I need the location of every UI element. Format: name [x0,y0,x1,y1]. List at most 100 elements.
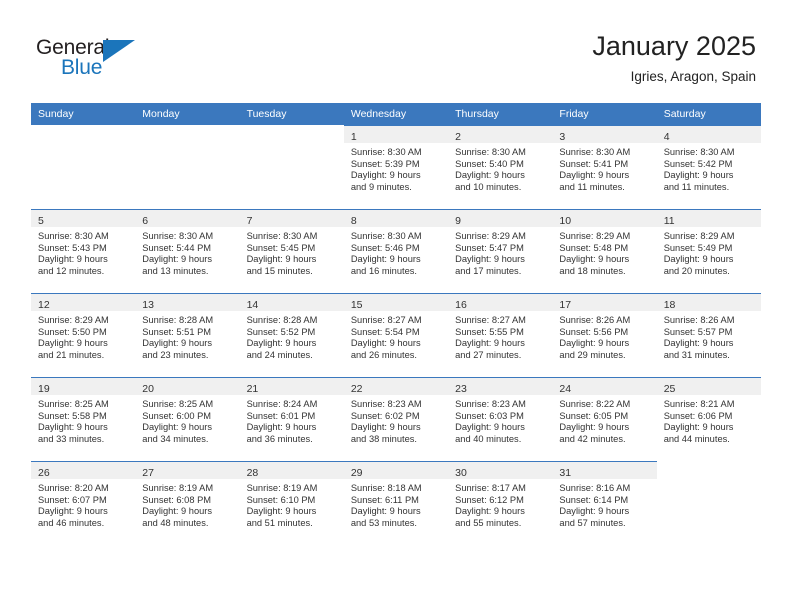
calendar-day-cell[interactable]: 21 Sunrise: 8:24 AM Sunset: 6:01 PM Dayligh… [239,377,344,461]
sunset-text: Sunset: 5:48 PM [559,242,629,253]
daylight-text-line2: and 31 minutes. [663,349,730,360]
sunset-text: Sunset: 5:46 PM [350,242,420,253]
daylight-text-line1: Daylight: 9 hours [663,338,734,349]
day-number-band: 14 [239,294,344,311]
daylight-text-line2: and 44 minutes. [663,433,730,444]
page-title: January 2025 [592,31,756,61]
day-number: 28 [246,467,259,479]
day-details: Sunrise: 8:20 AM Sunset: 6:07 PM Daylight:… [31,479,135,529]
calendar-day-cell[interactable]: 23 Sunrise: 8:23 AM Sunset: 6:03 PM Dayligh… [448,377,553,461]
calendar-day-cell[interactable]: 11 Sunrise: 8:29 AM Sunset: 5:49 PM Dayligh… [656,209,761,293]
sunset-text: Sunset: 5:43 PM [38,242,107,253]
calendar-day-cell[interactable]: 31 Sunrise: 8:16 AM Sunset: 6:14 PM Dayligh… [552,461,657,545]
calendar-day-cell[interactable]: 30 Sunrise: 8:17 AM Sunset: 6:12 PM Dayligh… [448,461,553,545]
day-details: Sunrise: 8:21 AM Sunset: 6:06 PM Daylight:… [657,395,761,445]
sunset-text: Sunset: 6:03 PM [455,410,524,421]
calendar-day-cell[interactable]: 8 Sunrise: 8:30 AM Sunset: 5:46 PM Daylight… [343,209,449,293]
calendar-day-cell[interactable]: 29 Sunrise: 8:18 AM Sunset: 6:11 PM Dayligh… [343,461,449,545]
day-cell-inner: 21 Sunrise: 8:24 AM Sunset: 6:01 PM Dayligh… [239,377,344,461]
sunrise-text: Sunrise: 8:18 AM [350,483,422,493]
calendar-day-cell[interactable]: 12 Sunrise: 8:29 AM Sunset: 5:50 PM Dayligh… [31,293,136,377]
calendar-day-cell[interactable]: 3 Sunrise: 8:30 AM Sunset: 5:41 PM Daylight… [552,125,657,209]
calendar-day-cell[interactable]: 19 Sunrise: 8:25 AM Sunset: 5:58 PM Dayligh… [31,377,136,461]
sunset-text: Sunset: 5:51 PM [142,326,212,337]
calendar-day-cell[interactable]: 2 Sunrise: 8:30 AM Sunset: 5:40 PM Daylight… [448,125,553,209]
logo-text-blue: Blue [61,56,103,79]
day-number: 1 [350,131,357,143]
calendar-day-cell[interactable]: 14 Sunrise: 8:28 AM Sunset: 5:52 PM Dayligh… [239,293,344,377]
daylight-text-line2: and 10 minutes. [455,181,522,192]
calendar-day-cell[interactable]: 5 Sunrise: 8:30 AM Sunset: 5:43 PM Daylight… [31,209,136,293]
day-details: Sunrise: 8:30 AM Sunset: 5:44 PM Daylight:… [135,227,239,277]
calendar-day-cell[interactable]: 20 Sunrise: 8:25 AM Sunset: 6:00 PM Dayligh… [135,377,240,461]
calendar-day-cell[interactable]: 16 Sunrise: 8:27 AM Sunset: 5:55 PM Dayligh… [448,293,553,377]
daylight-text-line1: Daylight: 9 hours [246,506,317,517]
calendar-day-cell[interactable]: 25 Sunrise: 8:21 AM Sunset: 6:06 PM Dayligh… [656,377,761,461]
daylight-text-line2: and 13 minutes. [142,265,209,276]
sunset-text: Sunset: 5:39 PM [350,158,420,169]
day-number: 25 [663,383,676,395]
sunset-text: Sunset: 5:47 PM [455,242,524,253]
weekday-header-friday: Friday [552,103,657,125]
daylight-text-line1: Daylight: 9 hours [350,422,421,433]
calendar-day-cell[interactable]: 24 Sunrise: 8:22 AM Sunset: 6:05 PM Dayligh… [552,377,657,461]
sunrise-text: Sunrise: 8:30 AM [455,147,526,157]
calendar-day-cell[interactable]: 27 Sunrise: 8:19 AM Sunset: 6:08 PM Dayligh… [135,461,240,545]
calendar-cell-empty [656,461,761,545]
calendar-day-cell[interactable]: 15 Sunrise: 8:27 AM Sunset: 5:54 PM Dayligh… [343,293,449,377]
sunrise-text: Sunrise: 8:29 AM [559,231,631,241]
day-cell-inner: 16 Sunrise: 8:27 AM Sunset: 5:55 PM Dayligh… [448,293,553,377]
sunset-text: Sunset: 6:08 PM [142,494,212,505]
day-number: 13 [142,299,154,311]
sunrise-text: Sunrise: 8:30 AM [663,147,735,157]
calendar-day-cell[interactable]: 13 Sunrise: 8:28 AM Sunset: 5:51 PM Dayligh… [135,293,240,377]
calendar-day-cell[interactable]: 18 Sunrise: 8:26 AM Sunset: 5:57 PM Dayligh… [656,293,761,377]
day-number: 11 [663,215,675,227]
calendar-day-cell[interactable]: 4 Sunrise: 8:30 AM Sunset: 5:42 PM Daylight… [656,125,761,209]
title-block: January 2025 Igries, Aragon, Spain [592,30,756,85]
day-number-band: 31 [552,462,657,479]
day-number: 17 [559,299,572,311]
sunrise-text: Sunrise: 8:19 AM [142,483,214,493]
day-number-band: 24 [552,378,657,395]
day-number-band: 23 [448,378,553,395]
sunrise-text: Sunrise: 8:27 AM [350,315,422,325]
day-details: Sunrise: 8:29 AM Sunset: 5:50 PM Daylight:… [31,311,135,361]
calendar-week-row: 1 Sunrise: 8:30 AM Sunset: 5:39 PM Daylight… [31,125,761,209]
day-cell-inner: 24 Sunrise: 8:22 AM Sunset: 6:05 PM Dayligh… [552,377,657,461]
day-number-band: 16 [448,294,553,311]
day-details: Sunrise: 8:19 AM Sunset: 6:08 PM Daylight:… [135,479,239,529]
calendar-day-cell[interactable]: 10 Sunrise: 8:29 AM Sunset: 5:48 PM Dayligh… [552,209,657,293]
calendar-page: General Blue January 2025 Igries, Aragon… [0,0,792,612]
day-number: 29 [350,467,363,479]
sunset-text: Sunset: 6:00 PM [142,410,212,421]
day-number-band: 27 [135,462,240,479]
daylight-text-line1: Daylight: 9 hours [559,254,630,265]
day-details: Sunrise: 8:17 AM Sunset: 6:12 PM Daylight:… [448,479,552,529]
calendar-day-cell[interactable]: 1 Sunrise: 8:30 AM Sunset: 5:39 PM Daylight… [343,125,449,209]
daylight-text-line2: and 46 minutes. [38,517,105,528]
calendar-day-cell[interactable]: 7 Sunrise: 8:30 AM Sunset: 5:45 PM Daylight… [239,209,344,293]
daylight-text-line1: Daylight: 9 hours [455,506,525,517]
daylight-text-line1: Daylight: 9 hours [455,254,525,265]
calendar-day-cell[interactable]: 6 Sunrise: 8:30 AM Sunset: 5:44 PM Daylight… [135,209,240,293]
daylight-text-line1: Daylight: 9 hours [559,506,630,517]
calendar-day-cell[interactable]: 28 Sunrise: 8:19 AM Sunset: 6:10 PM Dayligh… [239,461,344,545]
daylight-text-line1: Daylight: 9 hours [246,338,317,349]
calendar-day-cell[interactable]: 26 Sunrise: 8:20 AM Sunset: 6:07 PM Dayligh… [31,461,136,545]
sunrise-text: Sunrise: 8:16 AM [559,483,631,493]
daylight-text-line1: Daylight: 9 hours [38,422,108,433]
sunset-text: Sunset: 5:45 PM [246,242,316,253]
sunset-text: Sunset: 6:05 PM [559,410,629,421]
sunset-text: Sunset: 6:01 PM [246,410,316,421]
calendar-day-cell[interactable]: 22 Sunrise: 8:23 AM Sunset: 6:02 PM Dayligh… [343,377,449,461]
day-number-band: 25 [656,378,761,395]
calendar-day-cell[interactable]: 17 Sunrise: 8:26 AM Sunset: 5:56 PM Dayligh… [552,293,657,377]
calendar-day-cell[interactable]: 9 Sunrise: 8:29 AM Sunset: 5:47 PM Daylight… [448,209,553,293]
daylight-text-line1: Daylight: 9 hours [350,170,421,181]
daylight-text-line1: Daylight: 9 hours [350,338,421,349]
day-number: 24 [559,383,572,395]
daylight-text-line2: and 20 minutes. [663,265,730,276]
daylight-text-line1: Daylight: 9 hours [142,422,213,433]
daylight-text-line2: and 9 minutes. [350,181,412,192]
